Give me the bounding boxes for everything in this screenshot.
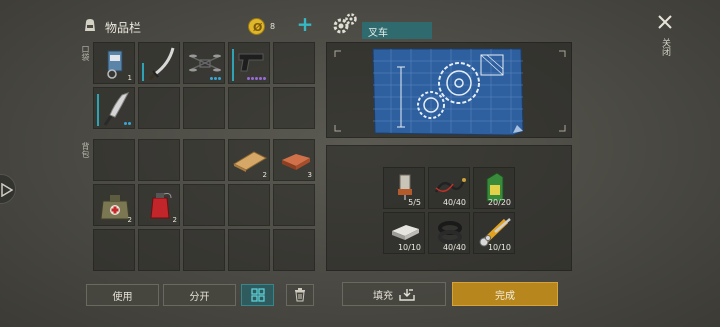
requirement-slot[interactable]: 20/20 <box>473 167 515 209</box>
fill-tray-icon <box>399 289 415 301</box>
add-coins-button[interactable]: + <box>296 14 314 34</box>
requirement-slot[interactable]: 10/10 <box>383 212 425 254</box>
inventory-panel: 物品栏 Ø 8 + 口袋 1 背包 2 3 2 2 使用 分开 <box>0 0 320 327</box>
pocket-slot-8[interactable] <box>183 87 225 129</box>
pocket-label: 口袋 <box>81 45 90 61</box>
side-panel-toggle[interactable] <box>0 174 16 204</box>
coin-count: 8 <box>270 22 276 31</box>
pocket-slot-9[interactable] <box>228 87 270 129</box>
backpack-slot[interactable] <box>138 229 180 271</box>
copper-ingot-icon <box>282 154 310 170</box>
upgrade-dots <box>210 77 221 80</box>
wires-icon <box>434 178 466 193</box>
requirement-quantity: 20/20 <box>487 198 511 207</box>
durability-bar <box>232 49 234 81</box>
radio-battery-icon <box>107 50 123 79</box>
pocket-slot-6[interactable] <box>93 87 135 129</box>
fill-button[interactable]: 填充 <box>342 282 446 306</box>
split-button[interactable]: 分开 <box>163 284 236 306</box>
durability-bar <box>142 63 144 81</box>
requirement-quantity: 10/10 <box>487 243 511 252</box>
backpack-slot[interactable]: 2 <box>228 139 270 181</box>
blueprint-gears-image <box>372 48 524 135</box>
backpack-slot[interactable] <box>228 184 270 226</box>
pocket-slot-5[interactable] <box>273 42 315 84</box>
backpack-slot[interactable]: 2 <box>138 184 180 226</box>
aluminum-bar-icon <box>392 225 419 240</box>
close-icon <box>658 15 672 29</box>
rubber-ring-icon <box>438 221 462 244</box>
gears-icon <box>333 13 357 34</box>
use-button[interactable]: 使用 <box>86 284 159 306</box>
pocket-slot-4[interactable] <box>228 42 270 84</box>
upgrade-dots <box>124 122 131 125</box>
svg-text:Ø: Ø <box>253 21 263 34</box>
requirement-slot[interactable]: 5/5 <box>383 167 425 209</box>
backpack-slot[interactable] <box>273 184 315 226</box>
drone-icon <box>189 54 221 72</box>
red-bomb-icon <box>150 193 172 219</box>
slot-quantity: 3 <box>307 171 312 179</box>
requirement-quantity: 40/40 <box>442 198 466 207</box>
blueprint-preview <box>326 42 572 138</box>
engine-part-icon <box>398 174 412 200</box>
backpack-slot[interactable] <box>93 139 135 181</box>
medkit-bag-icon <box>100 195 130 220</box>
backpack-slot[interactable] <box>183 139 225 181</box>
pocket-slot-1[interactable]: 1 <box>93 42 135 84</box>
backpack-slot[interactable]: 3 <box>273 139 315 181</box>
pocket-slot-2[interactable] <box>138 42 180 84</box>
requirement-slot[interactable]: 40/40 <box>428 167 470 209</box>
slot-quantity: 2 <box>172 216 177 224</box>
backpack-icon <box>85 19 95 31</box>
pistol-icon <box>238 53 264 72</box>
blueprint-title: 叉车 <box>362 22 432 39</box>
upgrade-dots <box>247 77 266 80</box>
complete-button[interactable]: 完成 <box>452 282 558 306</box>
discard-button[interactable] <box>286 284 314 306</box>
backpack-slot[interactable] <box>93 229 135 271</box>
inventory-title: 物品栏 <box>105 21 142 35</box>
close-label: 关闭 <box>660 38 670 56</box>
sort-grid-button[interactable] <box>241 284 274 306</box>
grid-icon <box>250 288 265 302</box>
slot-quantity: 2 <box>127 216 132 224</box>
pocket-slot-7[interactable] <box>138 87 180 129</box>
durability-bar <box>97 94 99 126</box>
pocket-slot-3[interactable] <box>183 42 225 84</box>
backpack-slot[interactable] <box>228 229 270 271</box>
pocket-slot-10[interactable] <box>273 87 315 129</box>
wood-plank-icon <box>232 151 268 172</box>
close-button[interactable]: 关闭 <box>652 12 678 64</box>
slot-quantity: 1 <box>127 74 132 82</box>
backpack-label: 背包 <box>81 142 90 158</box>
trash-icon <box>295 288 305 302</box>
katana-icon <box>148 47 175 81</box>
fill-label: 填充 <box>373 290 393 302</box>
coin-icon: Ø <box>248 18 265 35</box>
arrow-right-icon <box>1 183 13 197</box>
backpack-slot[interactable] <box>138 139 180 181</box>
requirement-quantity: 40/40 <box>442 243 466 252</box>
requirement-slot[interactable]: 40/40 <box>428 212 470 254</box>
requirement-slot[interactable]: 10/10 <box>473 212 515 254</box>
slot-quantity: 2 <box>262 171 267 179</box>
backpack-slot[interactable]: 2 <box>93 184 135 226</box>
requirement-quantity: 5/5 <box>408 198 421 207</box>
requirement-quantity: 10/10 <box>397 243 421 252</box>
backpack-slot[interactable] <box>183 229 225 271</box>
backpack-slot[interactable] <box>183 184 225 226</box>
backpack-slot[interactable] <box>273 229 315 271</box>
